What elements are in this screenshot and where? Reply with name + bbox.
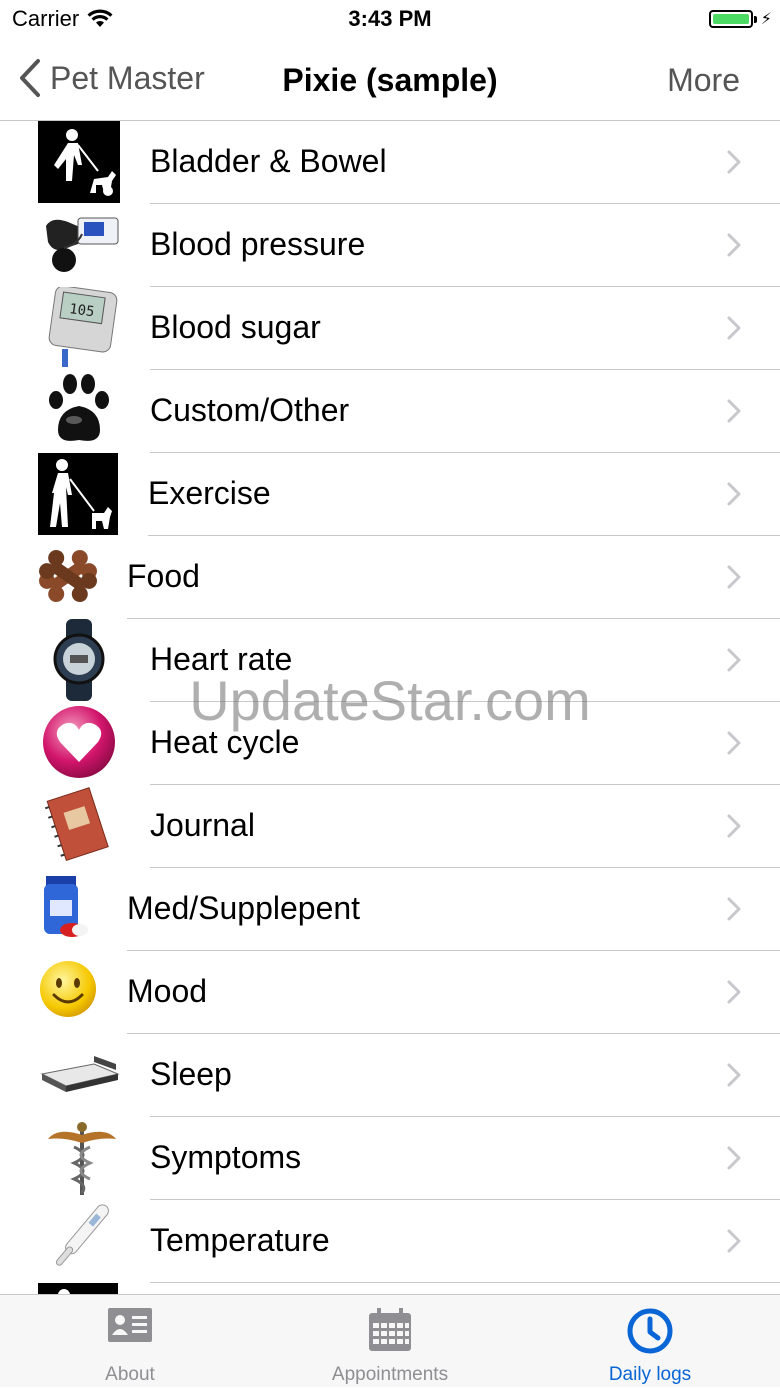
chevron-right-icon xyxy=(727,1063,741,1087)
chevron-right-icon xyxy=(727,150,741,174)
tab-label: About xyxy=(105,1364,155,1385)
caduceus-icon xyxy=(48,1122,116,1195)
more-button[interactable]: More xyxy=(667,62,740,99)
chevron-right-icon xyxy=(727,316,741,340)
list-item[interactable]: Sleep xyxy=(0,1034,780,1117)
chevron-right-icon xyxy=(727,980,741,1004)
list-item[interactable]: Heat cycle xyxy=(0,702,780,785)
list-item-label: Heat cycle xyxy=(150,724,300,760)
list-item[interactable]: Exercise xyxy=(0,453,780,536)
list-item-label: Blood pressure xyxy=(150,226,366,262)
blood-pressure-monitor-icon xyxy=(46,217,119,272)
chevron-right-icon xyxy=(727,565,741,589)
medicine-bottle-icon xyxy=(44,876,88,937)
list-item[interactable]: Blood pressure xyxy=(0,204,780,287)
list-item[interactable]: 105 Blood sugar xyxy=(0,287,780,370)
navigation-bar: Pet Master Pixie (sample) More xyxy=(0,40,780,121)
chevron-right-icon xyxy=(727,1229,741,1253)
list-item-label: Journal xyxy=(150,807,255,843)
list-item-label: Sleep xyxy=(150,1056,232,1092)
heart-rate-watch-icon xyxy=(53,619,105,701)
list-item[interactable]: Custom/Other xyxy=(0,370,780,453)
id-card-icon xyxy=(108,1308,152,1342)
status-bar: Carrier 3:43 PM ⚡ xyxy=(0,0,780,40)
bed-icon xyxy=(40,1056,120,1092)
list-item-label: Food xyxy=(127,558,200,594)
chevron-right-icon xyxy=(727,814,741,838)
tab-label: Appointments xyxy=(331,1364,449,1385)
walking-dog-icon xyxy=(38,453,118,535)
tab-appointments[interactable]: Appointments xyxy=(260,1295,520,1388)
chevron-right-icon xyxy=(727,233,741,257)
clock-icon xyxy=(627,1308,673,1354)
list-item[interactable]: Heart rate xyxy=(0,619,780,702)
list-item[interactable]: Mood xyxy=(0,951,780,1034)
list-item[interactable]: Bladder & Bowel xyxy=(0,121,780,204)
status-time: 3:43 PM xyxy=(348,6,432,31)
list-item-label: Mood xyxy=(127,973,208,1009)
battery-icon xyxy=(708,10,753,28)
chevron-right-icon xyxy=(727,731,741,755)
dog-walker-icon xyxy=(38,121,120,203)
tab-label: Daily logs xyxy=(608,1364,692,1385)
paw-print-icon xyxy=(49,374,109,441)
list-item[interactable]: Symptoms xyxy=(0,1117,780,1200)
dog-bone-icon xyxy=(39,549,97,603)
glucose-meter-icon: 105 xyxy=(48,287,118,367)
list-item-label: Symptoms xyxy=(150,1139,302,1175)
journal-book-icon xyxy=(44,787,109,861)
list-item-label: Custom/Other xyxy=(150,392,350,428)
battery-indicator: ⚡ xyxy=(708,9,772,29)
list-item-label: Exercise xyxy=(148,475,271,511)
list-item-label: Bladder & Bowel xyxy=(150,143,387,179)
thermometer-icon xyxy=(55,1204,109,1266)
list-item[interactable]: Temperature xyxy=(0,1200,780,1283)
battery-cap xyxy=(753,15,757,23)
list-item[interactable]: Med/Supplepent xyxy=(0,868,780,951)
chevron-right-icon xyxy=(727,1146,741,1170)
charging-bolt-icon: ⚡ xyxy=(760,11,772,28)
list-item[interactable]: Food xyxy=(0,536,780,619)
list-item-label: Heart rate xyxy=(150,641,293,677)
chevron-right-icon xyxy=(727,648,741,672)
battery-fill xyxy=(712,14,749,24)
tab-about[interactable]: About xyxy=(0,1295,260,1388)
chevron-right-icon xyxy=(727,897,741,921)
list-item[interactable]: Journal xyxy=(0,785,780,868)
list-item[interactable] xyxy=(0,1283,780,1294)
list-item-label: Med/Supplepent xyxy=(127,890,361,926)
tab-bar: About Appointments Daily logs xyxy=(0,1294,780,1387)
smiley-face-icon xyxy=(40,961,96,1017)
list-item-label: Blood sugar xyxy=(150,309,321,345)
chevron-right-icon xyxy=(727,399,741,423)
chevron-right-icon xyxy=(727,482,741,506)
tab-daily-logs[interactable]: Daily logs xyxy=(520,1295,780,1388)
calendar-icon xyxy=(369,1308,411,1351)
daily-log-list: Bladder & Bowel Blood pressure 105 Blood… xyxy=(0,121,780,1294)
heart-icon xyxy=(43,706,115,778)
page-title: Pixie (sample) xyxy=(282,62,498,98)
dog-walker-icon xyxy=(38,1283,118,1294)
list-item-label: Temperature xyxy=(150,1222,330,1258)
